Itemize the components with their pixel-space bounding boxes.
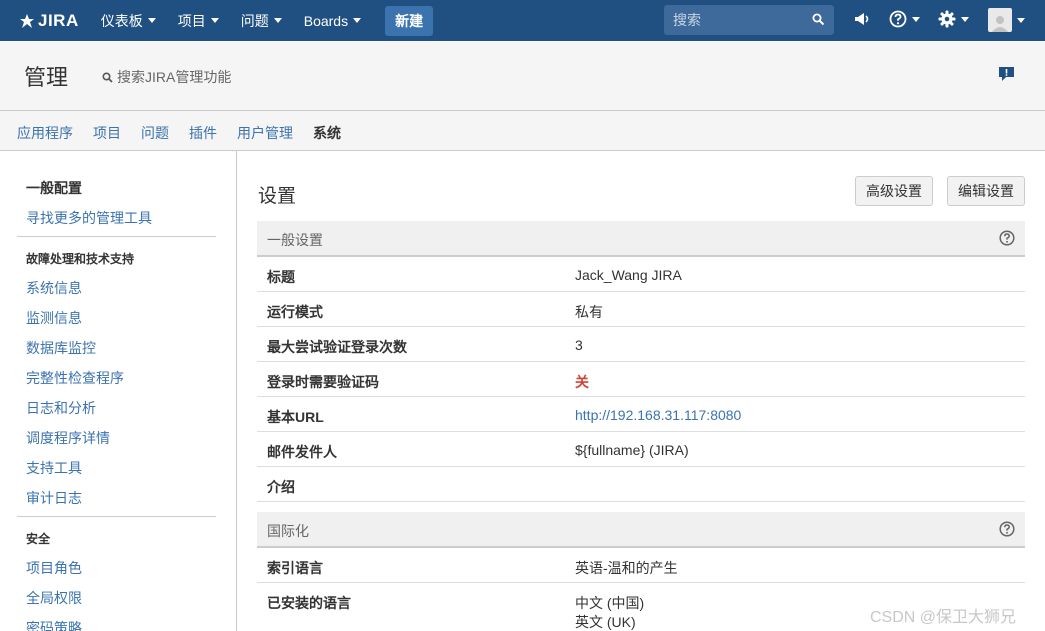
chevron-down-icon [147, 18, 156, 23]
top-navigation-bar: JIRA 仪表板 项目 问题 Boards 新建 搜索 [0, 0, 1045, 41]
quick-search-input[interactable]: 搜索 [664, 5, 834, 35]
sidebar-item-global-permissions[interactable]: 全局权限 [26, 588, 82, 608]
avatar [988, 8, 1012, 32]
tab-user-management[interactable]: 用户管理 [237, 123, 293, 143]
settings-title: 设置 [258, 186, 297, 207]
sidebar-item-find-more-admin-tools[interactable]: 寻找更多的管理工具 [26, 208, 152, 228]
chevron-down-icon [912, 16, 920, 22]
admin-header: 管理 搜索JIRA管理功能 [0, 41, 1045, 111]
status-badge: 关 [575, 374, 589, 390]
help-icon [999, 230, 1015, 246]
settings-row-base-url: 基本URL http://192.168.31.117:8080 [257, 397, 1025, 432]
gear-icon [938, 10, 956, 28]
jira-logo[interactable]: JIRA [18, 11, 79, 31]
admin-search-input[interactable]: 搜索JIRA管理功能 [102, 67, 231, 87]
advanced-settings-button[interactable]: 高级设置 [855, 176, 933, 206]
jira-logo-icon [20, 13, 34, 28]
admin-tabs: 应用程序 项目 问题 插件 用户管理 系统 [0, 111, 1045, 151]
admin-search-label: 搜索JIRA管理功能 [117, 69, 232, 85]
tab-system[interactable]: 系统 [313, 123, 341, 143]
help-menu[interactable] [889, 10, 920, 28]
chevron-down-icon [961, 16, 969, 22]
settings-row-indexing-language: 索引语言 英语-温和的产生 [257, 548, 1025, 583]
search-icon [812, 13, 825, 26]
help-button[interactable] [999, 230, 1015, 249]
chevron-down-icon [1017, 17, 1025, 23]
logo-text: JIRA [38, 10, 79, 30]
sidebar-divider [17, 516, 216, 517]
page-title: 管理 [24, 65, 69, 90]
search-icon [102, 71, 113, 83]
sidebar-item-integrity-checker[interactable]: 完整性检查程序 [26, 368, 124, 388]
sidebar-item-general-configuration[interactable]: 一般配置 [26, 178, 82, 198]
edit-settings-button[interactable]: 编辑设置 [947, 176, 1025, 206]
nav-dashboards[interactable]: 仪表板 [101, 11, 156, 31]
sidebar-item-audit-log[interactable]: 审计日志 [26, 488, 82, 508]
settings-row-max-login-attempts: 最大尝试验证登录次数 3 [257, 327, 1025, 362]
settings-row-captcha: 登录时需要验证码 关 [257, 362, 1025, 397]
admin-sidebar: 一般配置 寻找更多的管理工具 故障处理和技术支持 系统信息 监测信息 数据库监控… [0, 151, 237, 631]
chevron-down-icon [273, 18, 282, 23]
sidebar-divider [17, 236, 216, 237]
sidebar-item-scheduler-details[interactable]: 调度程序详情 [26, 428, 110, 448]
tab-applications[interactable]: 应用程序 [17, 123, 73, 143]
chevron-down-icon [210, 18, 219, 23]
section-title: 国际化 [267, 523, 309, 539]
search-placeholder: 搜索 [673, 12, 701, 28]
tab-projects[interactable]: 项目 [93, 123, 121, 143]
internationalization-header: 国际化 [257, 512, 1025, 548]
section-title: 一般设置 [267, 232, 323, 248]
sidebar-heading-troubleshooting: 故障处理和技术支持 [26, 252, 135, 266]
chevron-down-icon [353, 18, 362, 23]
settings-row-mode: 运行模式 私有 [257, 292, 1025, 327]
sidebar-item-system-info[interactable]: 系统信息 [26, 278, 82, 298]
tab-issues[interactable]: 问题 [141, 123, 169, 143]
feedback-button[interactable] [998, 66, 1015, 85]
sidebar-item-support-tools[interactable]: 支持工具 [26, 458, 82, 478]
nav-projects[interactable]: 项目 [178, 11, 219, 31]
sidebar-item-project-roles[interactable]: 项目角色 [26, 558, 82, 578]
sidebar-item-database-monitoring[interactable]: 数据库监控 [26, 338, 96, 358]
base-url-link[interactable]: http://192.168.31.117:8080 [575, 407, 741, 423]
user-icon [992, 16, 1008, 32]
nav-issues[interactable]: 问题 [241, 11, 282, 31]
sidebar-item-password-policy[interactable]: 密码策略 [26, 618, 82, 631]
admin-settings-menu[interactable] [938, 10, 969, 28]
sidebar-item-logging-profiling[interactable]: 日志和分析 [26, 398, 96, 418]
settings-row-title: 标题 Jack_Wang JIRA [257, 257, 1025, 292]
general-settings-header: 一般设置 [257, 221, 1025, 257]
feedback-icon [999, 67, 1014, 81]
settings-row-introduction: 介绍 [257, 467, 1025, 502]
sidebar-heading-security: 安全 [26, 532, 51, 546]
sidebar-item-instrumentation[interactable]: 监测信息 [26, 308, 82, 328]
help-icon [889, 10, 907, 28]
megaphone-icon [855, 13, 869, 25]
create-button[interactable]: 新建 [385, 5, 434, 36]
whats-new-button[interactable] [853, 10, 871, 28]
help-icon [999, 521, 1015, 537]
watermark: CSDN @保卫大狮兄 [870, 609, 1017, 626]
user-profile-menu[interactable] [988, 8, 1025, 32]
help-button[interactable] [999, 521, 1015, 540]
tab-addons[interactable]: 插件 [189, 123, 217, 143]
nav-boards[interactable]: Boards [304, 13, 362, 29]
settings-row-email-from: 邮件发件人 ${fullname} (JIRA) [257, 432, 1025, 467]
